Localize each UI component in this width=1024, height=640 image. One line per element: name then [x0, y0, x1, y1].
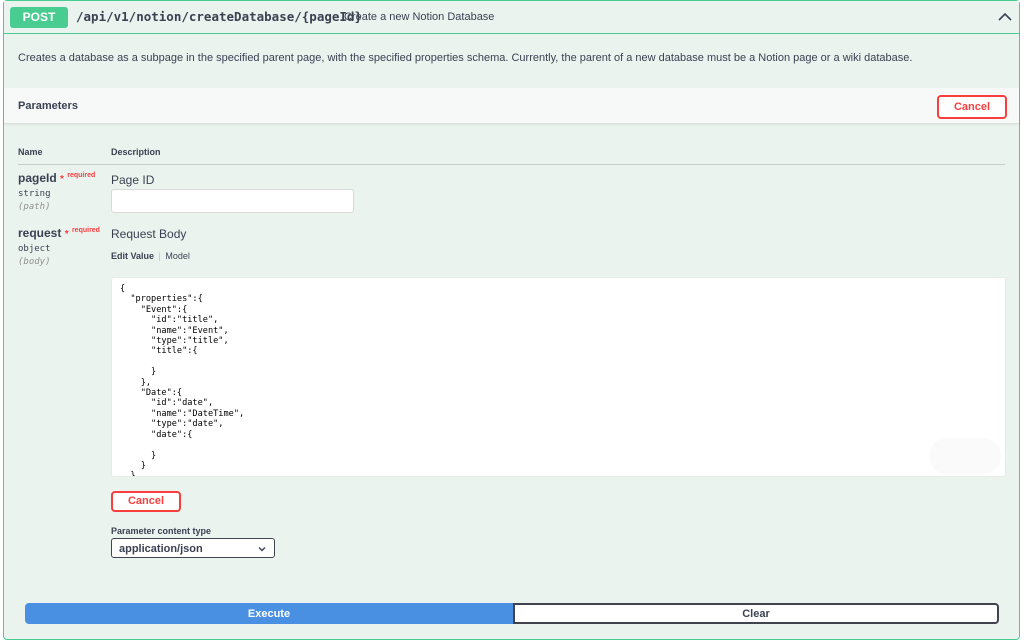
editor-overlay	[929, 438, 1001, 474]
column-header-name: Name	[18, 147, 43, 157]
param-request-description: Request Body	[111, 227, 187, 241]
operation-summary-text: Create a new Notion Database	[344, 11, 495, 23]
required-star: *	[60, 174, 64, 185]
body-cancel-button[interactable]: Cancel	[111, 491, 181, 512]
tab-model[interactable]: Model	[165, 251, 190, 261]
required-label: required	[71, 227, 100, 234]
request-body-editor[interactable]: { "properties":{ "Event":{ "id":"title",…	[111, 277, 1006, 477]
endpoint-path: /api/v1/notion/createDatabase/{pageId}	[76, 9, 362, 24]
param-pageid-type: string	[18, 189, 51, 199]
chevron-down-icon	[258, 547, 266, 552]
execute-button[interactable]: Execute	[25, 603, 513, 624]
operation-description: Creates a database as a subpage in the s…	[18, 52, 913, 64]
content-type-label: Parameter content type	[111, 526, 212, 536]
param-request-location: (body)	[18, 257, 51, 267]
param-pageid-location: (path)	[18, 202, 51, 212]
required-label: required	[67, 172, 96, 179]
tab-edit-value[interactable]: Edit Value	[111, 251, 154, 261]
content-type-select[interactable]: application/json	[111, 538, 275, 558]
parameters-title: Parameters	[18, 100, 78, 112]
pageid-input[interactable]	[111, 189, 354, 213]
required-star: *	[64, 229, 69, 240]
operation-block: POST /api/v1/notion/createDatabase/{page…	[3, 0, 1020, 640]
method-badge: POST	[10, 7, 68, 28]
chevron-up-icon[interactable]	[997, 9, 1013, 25]
tab-separator: |	[158, 251, 161, 261]
content-type-value: application/json	[119, 543, 203, 555]
try-out-cancel-button[interactable]: Cancel	[937, 95, 1007, 119]
operation-summary[interactable]: POST /api/v1/notion/createDatabase/{page…	[4, 1, 1019, 34]
clear-button[interactable]: Clear	[513, 603, 999, 624]
parameters-header: Parameters Cancel	[4, 88, 1019, 124]
param-pageid-description: Page ID	[111, 173, 155, 187]
param-request-name: request * required	[18, 226, 100, 240]
param-pageid-label: pageId	[18, 171, 57, 185]
header-divider	[18, 164, 1005, 165]
param-request-label: request	[18, 226, 62, 240]
request-body-text[interactable]: { "properties":{ "Event":{ "id":"title",…	[112, 278, 1005, 476]
body-tabs: Edit Value | Model	[111, 251, 190, 261]
column-header-description: Description	[111, 147, 161, 157]
param-request-type: object	[18, 244, 51, 254]
param-pageid-name: pageId * required	[18, 171, 95, 185]
